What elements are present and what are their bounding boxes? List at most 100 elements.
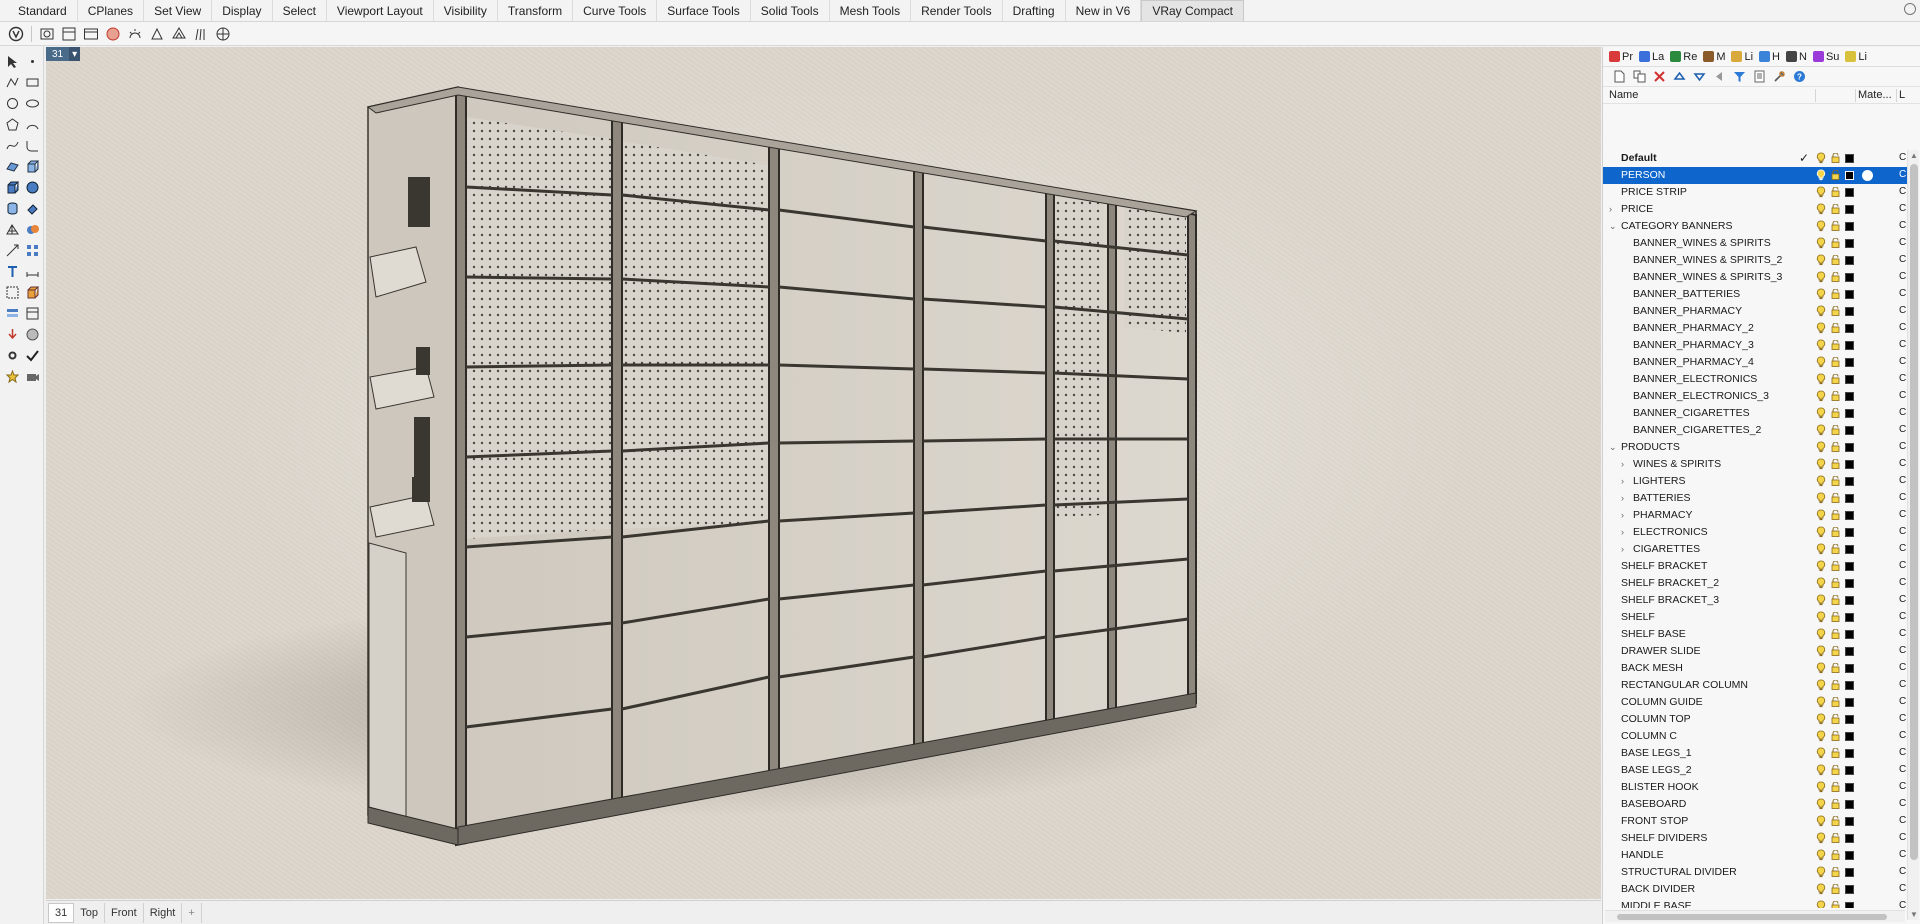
lock-icon[interactable] — [1831, 339, 1840, 350]
lock-icon[interactable] — [1831, 628, 1840, 639]
move-down-icon[interactable] — [1691, 69, 1707, 85]
linetype-cell[interactable]: C — [1899, 220, 1906, 231]
layer-color-swatch[interactable] — [1845, 460, 1854, 469]
layer-color-swatch[interactable] — [1845, 613, 1854, 622]
visibility-bulb-icon[interactable] — [1816, 849, 1826, 861]
lock-icon[interactable] — [1831, 322, 1840, 333]
curve-icon[interactable] — [3, 136, 21, 154]
tab-curve-tools[interactable]: Curve Tools — [573, 0, 658, 21]
expand-icon[interactable]: › — [1621, 476, 1629, 486]
lock-icon[interactable] — [1831, 305, 1840, 316]
layer-row[interactable]: COLUMN TOP C — [1603, 711, 1907, 728]
layer-color-swatch[interactable] — [1845, 817, 1854, 826]
lock-icon[interactable] — [1831, 169, 1840, 180]
visibility-bulb-icon[interactable] — [1816, 271, 1826, 283]
layer-row[interactable]: BLISTER HOOK C — [1603, 779, 1907, 796]
layer-color-swatch[interactable] — [1845, 205, 1854, 214]
linetype-cell[interactable]: C — [1899, 764, 1906, 775]
visibility-bulb-icon[interactable] — [1816, 866, 1826, 878]
lock-icon[interactable] — [1831, 645, 1840, 656]
expand-icon[interactable]: › — [1609, 204, 1617, 214]
new-layer-icon[interactable] — [1611, 69, 1627, 85]
lock-icon[interactable] — [1831, 509, 1840, 520]
linetype-cell[interactable]: C — [1899, 407, 1906, 418]
visibility-bulb-icon[interactable] — [1816, 526, 1826, 538]
layer-color-swatch[interactable] — [1845, 239, 1854, 248]
tab-viewport-layout[interactable]: Viewport Layout — [327, 0, 434, 21]
layer-color-swatch[interactable] — [1845, 528, 1854, 537]
extrude-icon[interactable] — [23, 157, 41, 175]
visibility-bulb-icon[interactable] — [1816, 492, 1826, 504]
visibility-bulb-icon[interactable] — [1816, 509, 1826, 521]
tab-set-view[interactable]: Set View — [144, 0, 213, 21]
layer-row[interactable]: MIDDLE BASE C — [1603, 898, 1907, 908]
layer-row[interactable]: › BATTERIES C — [1603, 490, 1907, 507]
expand-icon[interactable]: › — [1621, 527, 1629, 537]
visibility-bulb-icon[interactable] — [1816, 900, 1826, 908]
linetype-cell[interactable]: C — [1899, 441, 1906, 452]
lock-icon[interactable] — [1831, 696, 1840, 707]
layer-row[interactable]: RECTANGULAR COLUMN C — [1603, 677, 1907, 694]
lock-icon[interactable] — [1831, 594, 1840, 605]
visibility-bulb-icon[interactable] — [1816, 577, 1826, 589]
linetype-cell[interactable]: C — [1899, 679, 1906, 690]
viewport-tab-right[interactable]: Right — [144, 902, 183, 923]
panel-tab-2[interactable]: Re — [1668, 48, 1699, 66]
tab-standard[interactable]: Standard — [8, 0, 78, 21]
lock-icon[interactable] — [1831, 747, 1840, 758]
tab-new-in-v6[interactable]: New in V6 — [1066, 0, 1142, 21]
layer-color-swatch[interactable] — [1845, 885, 1854, 894]
visibility-bulb-icon[interactable] — [1816, 373, 1826, 385]
layer-color-swatch[interactable] — [1845, 766, 1854, 775]
layer-row[interactable]: › PRICE C — [1603, 201, 1907, 218]
lock-icon[interactable] — [1831, 798, 1840, 809]
lock-icon[interactable] — [1831, 475, 1840, 486]
lock-icon[interactable] — [1831, 815, 1840, 826]
visibility-bulb-icon[interactable] — [1816, 662, 1826, 674]
layer-row[interactable]: BASE LEGS_1 C — [1603, 745, 1907, 762]
column-material[interactable]: Mate... — [1858, 89, 1892, 101]
linetype-cell[interactable]: C — [1899, 798, 1906, 809]
layer-color-swatch[interactable] — [1845, 562, 1854, 571]
perspective-viewport[interactable]: 31 ▾ — [46, 47, 1601, 899]
lock-icon[interactable] — [1831, 611, 1840, 622]
move-out-icon[interactable] — [1711, 69, 1727, 85]
linetype-cell[interactable]: C — [1899, 560, 1906, 571]
linetype-cell[interactable]: C — [1899, 254, 1906, 265]
layer-row[interactable]: PERSON C — [1603, 167, 1907, 184]
visibility-bulb-icon[interactable] — [1816, 594, 1826, 606]
tab-mesh-tools[interactable]: Mesh Tools — [830, 0, 912, 21]
help-icon[interactable]: ? — [1791, 69, 1807, 85]
lights-icon[interactable] — [3, 367, 21, 385]
tab-cplanes[interactable]: CPlanes — [78, 0, 145, 21]
scroll-up-icon[interactable]: ▲ — [1910, 151, 1918, 160]
vertical-scrollbar[interactable]: ▲ ▼ — [1907, 150, 1919, 920]
lock-icon[interactable] — [1831, 849, 1840, 860]
layer-row[interactable]: HANDLE C — [1603, 847, 1907, 864]
lock-icon[interactable] — [1831, 730, 1840, 741]
visibility-bulb-icon[interactable] — [1816, 560, 1826, 572]
layer-color-swatch[interactable] — [1845, 154, 1854, 163]
layer-color-swatch[interactable] — [1845, 409, 1854, 418]
linetype-cell[interactable]: C — [1899, 305, 1906, 316]
block-icon[interactable] — [23, 283, 41, 301]
linetype-cell[interactable]: C — [1899, 169, 1906, 180]
layer-row[interactable]: STRUCTURAL DIVIDER C — [1603, 864, 1907, 881]
visibility-bulb-icon[interactable] — [1816, 152, 1826, 164]
visibility-bulb-icon[interactable] — [1816, 203, 1826, 215]
linetype-cell[interactable]: C — [1899, 849, 1906, 860]
linetype-cell[interactable]: C — [1899, 594, 1906, 605]
linetype-cell[interactable]: C — [1899, 866, 1906, 877]
solid-edit-icon[interactable] — [23, 199, 41, 217]
layer-row[interactable]: BANNER_ELECTRONICS_3 C — [1603, 388, 1907, 405]
lock-icon[interactable] — [1831, 713, 1840, 724]
lock-icon[interactable] — [1831, 424, 1840, 435]
layer-row[interactable]: SHELF C — [1603, 609, 1907, 626]
layer-row[interactable]: SHELF BASE C — [1603, 626, 1907, 643]
lock-icon[interactable] — [1831, 356, 1840, 367]
render-icon[interactable] — [23, 325, 41, 343]
linetype-cell[interactable]: C — [1899, 458, 1906, 469]
linetype-cell[interactable]: C — [1899, 288, 1906, 299]
layer-row[interactable]: BANNER_BATTERIES C — [1603, 286, 1907, 303]
layer-color-swatch[interactable] — [1845, 868, 1854, 877]
